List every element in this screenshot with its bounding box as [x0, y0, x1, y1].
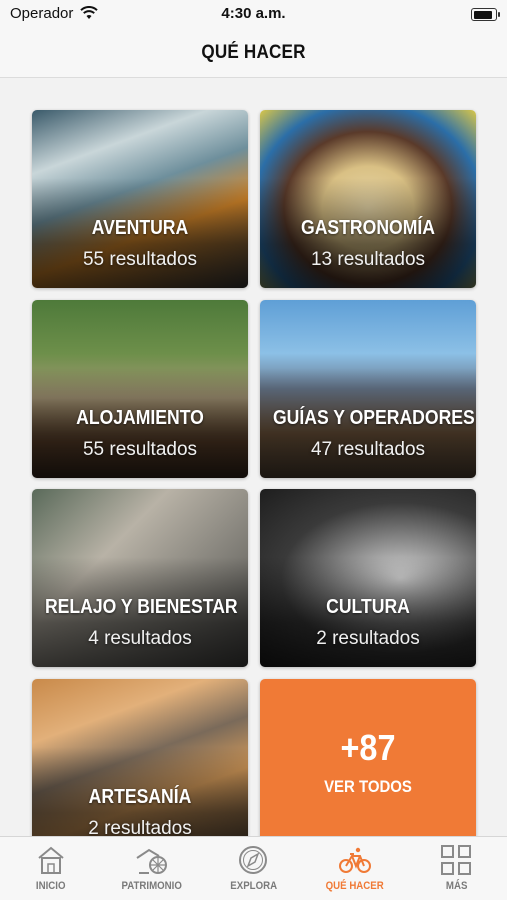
category-count: 4 resultados: [88, 628, 192, 649]
category-title: CULTURA: [326, 596, 410, 618]
category-title: AVENTURA: [91, 217, 189, 239]
status-bar: Operador 4:30 a.m.: [0, 0, 507, 30]
category-card-gastronomia[interactable]: GASTRONOMÍA 13 resultados: [260, 110, 476, 288]
grid-icon: [441, 845, 472, 875]
clock: 4:30 a.m.: [221, 5, 286, 22]
category-card-artesania[interactable]: ARTESANÍA 2 resultados: [32, 679, 248, 857]
landmark-icon: [136, 848, 168, 874]
tab-label: INICIO: [35, 880, 66, 892]
category-card-alojamiento[interactable]: ALOJAMIENTO 55 resultados: [32, 300, 248, 478]
tab-label: MÁS: [445, 880, 468, 892]
category-title: ALOJAMIENTO: [76, 407, 204, 429]
category-count: 2 resultados: [316, 628, 420, 649]
category-count: 13 resultados: [310, 249, 426, 270]
tab-patrimonio[interactable]: PATRIMONIO: [101, 837, 202, 900]
navigation-bar: QUÉ HACER: [0, 30, 507, 78]
tab-mas[interactable]: MÁS: [406, 837, 507, 900]
tab-que-hacer[interactable]: QUÉ HACER: [304, 837, 405, 900]
category-title: ARTESANÍA: [88, 786, 192, 808]
category-title: RELAJO Y BIENESTAR: [44, 596, 238, 618]
tab-bar: INICIO PATRIMONIO EXPLORA QUÉ HACER MÁS: [0, 836, 507, 900]
category-count: 55 resultados: [82, 439, 198, 460]
tab-label: PATRIMONIO: [121, 880, 183, 892]
category-count: 55 resultados: [82, 249, 198, 270]
tab-label: QUÉ HACER: [325, 880, 384, 892]
tab-explora[interactable]: EXPLORA: [203, 837, 304, 900]
category-card-cultura[interactable]: CULTURA 2 resultados: [260, 489, 476, 667]
category-card-aventura[interactable]: AVENTURA 55 resultados: [32, 110, 248, 288]
bicycle-icon: [338, 847, 371, 873]
category-card-guias-y-operadores[interactable]: GUÍAS Y OPERADORES 47 resultados: [260, 300, 476, 478]
category-title: GUÍAS Y OPERADORES: [272, 407, 475, 429]
page-title: QUÉ HACER: [201, 42, 306, 63]
tab-label: EXPLORA: [230, 880, 277, 892]
house-icon: [38, 846, 64, 874]
category-title: GASTRONOMÍA: [301, 217, 435, 239]
category-card-relajo-y-bienestar[interactable]: RELAJO Y BIENESTAR 4 resultados: [32, 489, 248, 667]
compass-icon: [239, 846, 268, 874]
see-all-card[interactable]: +87 VER TODOS: [260, 679, 476, 857]
tab-inicio[interactable]: INICIO: [0, 837, 101, 900]
battery-icon: [471, 8, 500, 21]
category-count: 47 resultados: [310, 439, 426, 460]
remaining-count: +87: [340, 727, 396, 768]
see-all-label: VER TODOS: [324, 777, 412, 796]
